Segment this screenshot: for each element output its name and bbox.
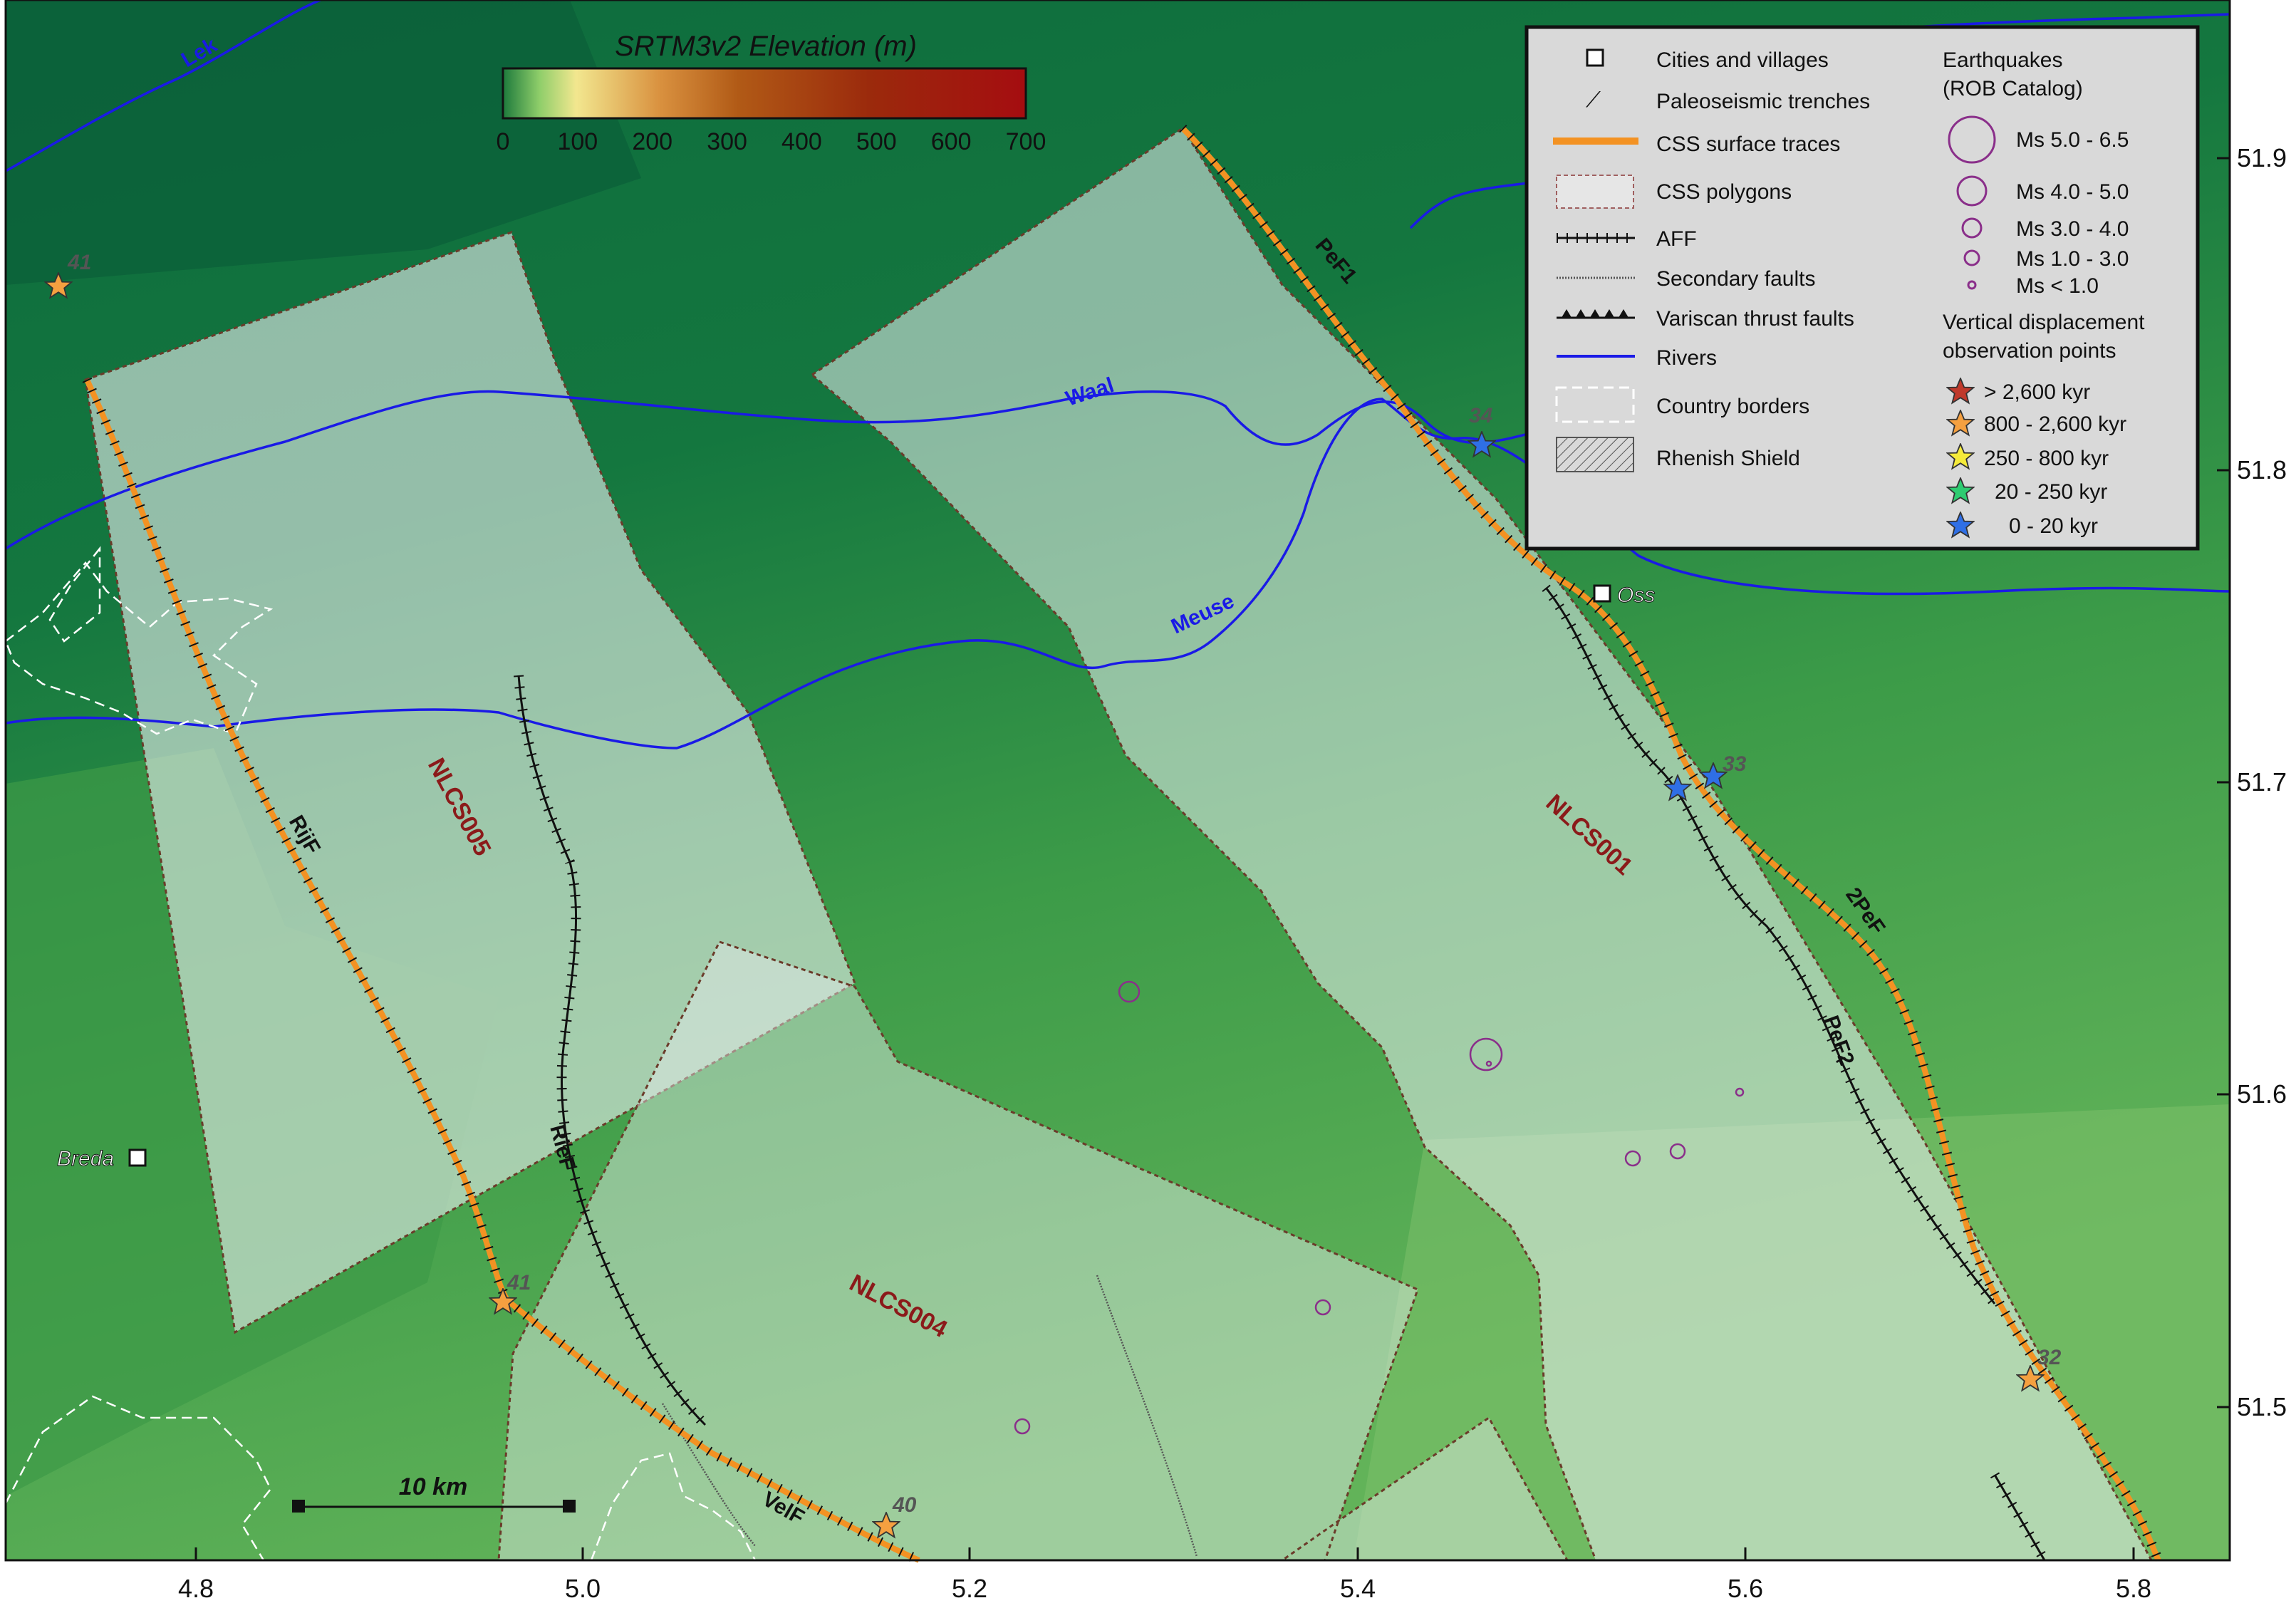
x-tick-label: 5.4	[1340, 1574, 1376, 1603]
colorbar-tick-label: 100	[557, 128, 598, 155]
scale-bar-label: 10 km	[399, 1473, 467, 1500]
colorbar-tick-label: 700	[1006, 128, 1046, 155]
legend-eq-class: Ms 3.0 - 4.0	[2016, 217, 2129, 241]
legend-vd-class: 800 - 2,600 kyr	[1984, 413, 2126, 436]
colorbar-title: SRTM3v2 Elevation (m)	[615, 31, 917, 62]
colorbar-tick-label: 500	[856, 128, 897, 155]
legend-eq-class: Ms < 1.0	[2016, 274, 2099, 298]
city-marker-oss	[1593, 584, 1611, 603]
colorbar-tick-label: 400	[781, 128, 822, 155]
city-label-breda: Breda	[57, 1147, 114, 1171]
seismogenic-sources-map: 41 34 33 41 40 32 Oss Breda NLCS005 NLCS…	[0, 0, 2296, 1603]
legend-label: CSS polygons	[1656, 180, 1792, 204]
legend-css-polygon-symbol	[1556, 175, 1634, 209]
colorbar-tick-label: 0	[497, 128, 510, 155]
legend-label: Rhenish Shield	[1656, 447, 1800, 470]
legend-eq-class: Ms 4.0 - 5.0	[2016, 180, 2129, 204]
legend-label: Rivers	[1656, 346, 1717, 370]
legend-label: Secondary faults	[1656, 267, 1815, 291]
legend-vd-class: 0 - 20 kyr	[2009, 514, 2098, 538]
obs-label: 40	[892, 1493, 917, 1517]
legend-label: Paleoseismic trenches	[1656, 90, 1870, 113]
city-label-oss: Oss	[1617, 583, 1655, 607]
legend-vd-class: > 2,600 kyr	[1984, 380, 2090, 404]
legend-label: CSS surface traces	[1656, 133, 1840, 156]
legend-trench-symbol: ⟋	[1586, 88, 1601, 112]
y-tick-label: 51.6	[2237, 1079, 2287, 1109]
legend-eq-title: (ROB Catalog)	[1943, 77, 2083, 100]
obs-label: 33	[1723, 752, 1747, 776]
y-tick-label: 51.7	[2237, 767, 2287, 797]
colorbar-tick-label: 600	[931, 128, 972, 155]
legend-label: Country borders	[1656, 395, 1809, 418]
legend-label: Variscan thrust faults	[1656, 307, 1854, 331]
y-tick-label: 51.5	[2237, 1392, 2287, 1421]
y-tick-label: 51.8	[2237, 455, 2287, 484]
legend-rhenish-symbol	[1556, 437, 1634, 472]
obs-label: 41	[67, 251, 91, 274]
legend-label: AFF	[1656, 227, 1697, 251]
legend: ⟋ Cities and villages Paleoseismic trenc…	[1524, 25, 2200, 551]
legend-eq-class: Ms 5.0 - 6.5	[2016, 128, 2129, 152]
x-tick-label: 4.8	[178, 1574, 214, 1603]
colorbar-tick-label: 200	[632, 128, 672, 155]
legend-vd-title: Vertical displacement	[1943, 311, 2145, 334]
obs-label: 32	[2037, 1346, 2062, 1369]
legend-eq-title: Earthquakes	[1943, 48, 2062, 72]
obs-label: 41	[507, 1271, 531, 1295]
legend-vd-class: 250 - 800 kyr	[1984, 447, 2109, 470]
legend-label: Cities and villages	[1656, 48, 1829, 72]
legend-vd-title: observation points	[1943, 339, 2116, 363]
x-tick-label: 5.6	[1728, 1574, 1763, 1603]
city-marker-breda	[128, 1148, 147, 1167]
legend-vd-class: 20 - 250 kyr	[1995, 480, 2107, 504]
x-tick-label: 5.0	[565, 1574, 601, 1603]
y-tick-label: 51.9	[2237, 143, 2287, 172]
legend-city-symbol	[1586, 48, 1604, 67]
x-tick-label: 5.2	[952, 1574, 987, 1603]
legend-eq-class: Ms 1.0 - 3.0	[2016, 247, 2129, 271]
colorbar-tick-label: 300	[707, 128, 747, 155]
x-tick-label: 5.8	[2116, 1574, 2151, 1603]
obs-label: 34	[1469, 404, 1493, 427]
